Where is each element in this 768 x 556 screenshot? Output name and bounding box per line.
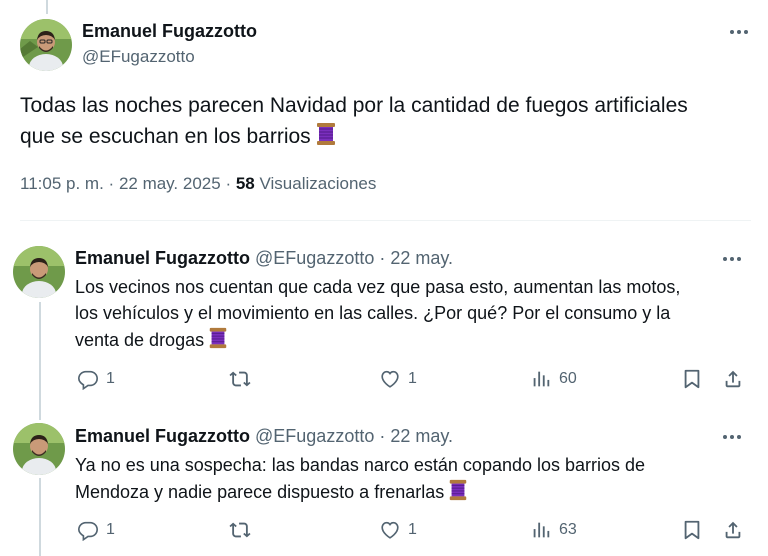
repost-button[interactable] [228, 368, 259, 390]
like-count: 1 [408, 370, 417, 387]
like-button[interactable]: 1 [379, 519, 417, 541]
thread-line-1 [39, 302, 41, 420]
thread-spool-icon [314, 121, 338, 156]
reply-button[interactable]: 1 [77, 519, 115, 541]
tweet-actions: 1 1 63 [75, 519, 755, 543]
reply-count: 1 [106, 521, 115, 538]
bookmark-button[interactable] [681, 368, 703, 390]
reply-icon [78, 370, 98, 390]
views-icon [533, 371, 550, 387]
views-count: 58 [235, 174, 255, 193]
share-button[interactable] [722, 519, 744, 541]
main-tweet: Emanuel Fugazzotto @EFugazzotto Todas la… [0, 0, 768, 221]
avatar[interactable] [20, 19, 72, 71]
share-icon [725, 521, 741, 539]
like-icon [381, 521, 399, 539]
views-count: 63 [559, 521, 577, 538]
more-horizontal-icon[interactable] [725, 22, 753, 42]
author-name[interactable]: Emanuel Fugazzotto [75, 248, 250, 268]
reply-text: Ya no es una sospecha: las bandas narco … [75, 452, 755, 509]
thread-spool-icon [447, 478, 469, 509]
views-button[interactable]: 63 [530, 519, 577, 541]
more-horizontal-icon[interactable] [718, 249, 746, 269]
author-name[interactable]: Emanuel Fugazzotto [82, 21, 257, 42]
tweet-date[interactable]: 22 may. 2025 [119, 174, 221, 193]
tweet-time[interactable]: 11:05 p. m. [20, 174, 104, 193]
tweet-meta: 11:05 p. m. · 22 may. 2025 · 58 Visualiz… [20, 174, 377, 193]
author-handle[interactable]: @EFugazzotto [82, 47, 195, 67]
author-handle[interactable]: @EFugazzotto [255, 426, 374, 446]
like-count: 1 [408, 521, 417, 538]
bookmark-icon [684, 520, 700, 540]
thread-line-2 [39, 478, 41, 556]
tweet-text-line: que se escuchan en los barrios [20, 121, 750, 156]
repost-button[interactable] [228, 519, 259, 541]
views-button[interactable]: 60 [530, 368, 577, 390]
author-handle[interactable]: @EFugazzotto [255, 248, 374, 268]
reply-text: Los vecinos nos cuentan que cada vez que… [75, 274, 755, 357]
reply-header: Emanuel Fugazzotto @EFugazzotto · 22 may… [75, 248, 453, 269]
avatar[interactable] [13, 423, 65, 475]
reply-date[interactable]: · 22 may. [379, 426, 453, 446]
share-button[interactable] [722, 368, 744, 390]
tweet-text-line: Todas las noches parecen Navidad por la … [20, 94, 688, 117]
repost-icon [229, 371, 251, 387]
avatar[interactable] [13, 246, 65, 298]
reply-button[interactable]: 1 [77, 368, 115, 390]
share-icon [725, 370, 741, 388]
like-button[interactable]: 1 [379, 368, 417, 390]
reply-count: 1 [106, 370, 115, 387]
more-horizontal-icon[interactable] [718, 427, 746, 447]
views-count: 60 [559, 370, 577, 387]
thread-spool-icon [207, 326, 229, 357]
reply-header: Emanuel Fugazzotto @EFugazzotto · 22 may… [75, 426, 453, 447]
tweet-text: Todas las noches parecen Navidad por la … [20, 91, 750, 156]
bookmark-icon [684, 369, 700, 389]
views-label: Visualizaciones [259, 174, 377, 193]
bookmark-button[interactable] [681, 519, 703, 541]
reply-icon [78, 521, 98, 541]
reply-date[interactable]: · 22 may. [379, 248, 453, 268]
tweet-actions: 1 1 60 [75, 368, 755, 392]
repost-icon [229, 522, 251, 538]
author-name[interactable]: Emanuel Fugazzotto [75, 426, 250, 446]
views-icon [533, 522, 550, 538]
like-icon [381, 370, 399, 388]
divider [20, 220, 751, 221]
